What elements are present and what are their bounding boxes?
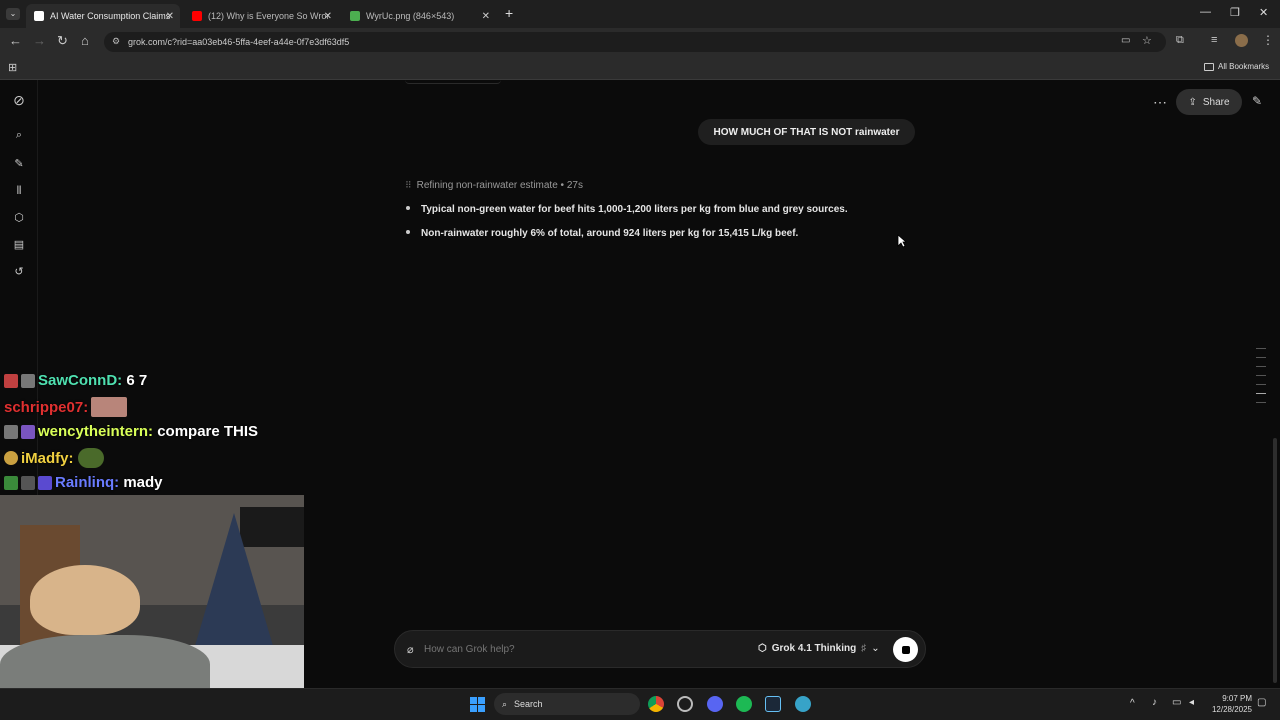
top-fade	[405, 80, 501, 84]
list-item: Typical non-green water for beef hits 1,…	[406, 204, 848, 215]
share-button[interactable]: ⇪ Share	[1176, 89, 1242, 115]
apps-grid-icon[interactable]: ⊞	[8, 61, 17, 74]
forward-icon[interactable]: →	[33, 34, 46, 48]
emote-image	[91, 397, 128, 417]
tab-search-button[interactable]: ⌄	[6, 8, 20, 20]
badge-icon	[21, 424, 35, 439]
badge-icon	[38, 475, 52, 490]
install-app-icon[interactable]: ▭	[1121, 35, 1130, 46]
new-tab-button[interactable]: +	[505, 5, 513, 21]
discord-icon[interactable]	[707, 696, 723, 712]
new-chat-icon[interactable]: ✎	[11, 156, 27, 172]
voice-icon[interactable]: ⦀	[11, 183, 27, 199]
back-icon[interactable]: ←	[9, 34, 22, 48]
browser-menu-icon[interactable]: ⋮	[1262, 33, 1274, 47]
imagine-icon[interactable]: ⬡	[11, 210, 27, 226]
spotify-icon[interactable]	[736, 696, 752, 712]
tab-image[interactable]: WyrUc.png (846×543) ✕	[342, 4, 496, 28]
chevron-down-icon: ⌄	[871, 643, 880, 654]
notifications-icon[interactable]: ▢	[1257, 697, 1266, 708]
bookmark-star-icon[interactable]: ☆	[1142, 34, 1152, 47]
bullet-icon	[406, 206, 410, 211]
chevron-up-icon[interactable]: ^	[1130, 698, 1135, 709]
close-tab-icon[interactable]: ✕	[324, 11, 332, 22]
upload-icon: ⇪	[1188, 96, 1197, 108]
minimize-icon[interactable]: —	[1200, 6, 1211, 18]
person	[30, 565, 140, 635]
chat-line: wencytheintern: compare THIS	[4, 423, 258, 440]
extensions-icon[interactable]: ⧉	[1176, 34, 1184, 47]
bullet-icon	[406, 230, 410, 235]
tab-ai-water[interactable]: AI Water Consumption Claims F ✕	[26, 4, 180, 28]
taskbar-search[interactable]: ⌕ Search	[494, 693, 640, 715]
home-icon[interactable]: ⌂	[81, 34, 89, 48]
chat-line: schrippe07:	[4, 397, 128, 417]
search-icon[interactable]: ⌕	[11, 127, 27, 143]
badge-icon	[4, 373, 18, 388]
conversation-minimap[interactable]	[1256, 348, 1266, 418]
profile-avatar[interactable]	[1235, 34, 1248, 47]
badge-icon	[4, 424, 18, 439]
close-tab-icon[interactable]: ✕	[166, 11, 174, 22]
network-icon[interactable]: ▭	[1172, 697, 1181, 708]
search-icon: ⌕	[502, 698, 508, 709]
close-tab-icon[interactable]: ✕	[482, 11, 490, 22]
stop-button[interactable]	[893, 637, 918, 662]
image-favicon-icon	[350, 11, 360, 21]
site-info-icon[interactable]: ⚙	[112, 36, 120, 47]
muted-speaker-icon	[21, 373, 35, 388]
history-icon[interactable]: ↺	[11, 264, 27, 280]
chrome-icon[interactable]	[648, 696, 664, 712]
chat-line: SawConnD: 6 7	[4, 372, 147, 389]
thinking-status[interactable]: ⠿ Refining non-rainwater estimate • 27s	[405, 180, 583, 191]
grok-favicon-icon	[34, 11, 44, 21]
badge-icon	[21, 475, 35, 490]
more-options-icon[interactable]: ⋯	[1153, 94, 1167, 111]
browser-app-icon[interactable]	[795, 696, 811, 712]
prompt-input[interactable]	[424, 640, 724, 658]
url-text: grok.com/c?rid=aa03eb46-5ffa-4eef-a44e-0…	[128, 37, 350, 47]
thinking-brain-icon: ♯	[861, 643, 867, 654]
microphone-icon[interactable]: ♪	[1152, 697, 1157, 708]
taskbar	[0, 688, 1280, 720]
tab-youtube[interactable]: (12) Why is Everyone So Wrong ✕	[184, 4, 338, 28]
emote-image	[77, 448, 104, 468]
maximize-icon[interactable]: ❐	[1230, 6, 1240, 19]
scrollbar[interactable]	[1273, 438, 1277, 683]
grok-logo-icon[interactable]: ⊘	[11, 92, 27, 108]
reload-icon[interactable]: ↻	[57, 34, 68, 48]
edit-chat-icon[interactable]: ✎	[1252, 94, 1262, 108]
all-bookmarks[interactable]: All Bookmarks	[1204, 62, 1269, 71]
webcam-overlay	[0, 495, 304, 708]
attach-icon[interactable]: ⌀	[407, 643, 414, 656]
list-item: Non-rainwater roughly 6% of total, aroun…	[406, 228, 798, 239]
stop-icon	[901, 645, 910, 654]
thinking-dots-icon: ⠿	[405, 180, 412, 190]
mouse-cursor-icon	[897, 234, 907, 248]
model-selector[interactable]: ⬡ Grok 4.1 Thinking ♯ ⌄	[758, 643, 880, 654]
projects-icon[interactable]: ▤	[11, 237, 27, 253]
chat-line: iMadfy:	[4, 448, 104, 468]
close-window-icon[interactable]: ✕	[1259, 6, 1268, 19]
folder-icon	[1204, 62, 1214, 71]
badge-icon	[4, 475, 18, 490]
chat-line: Rainlinq: mady	[4, 474, 163, 491]
christmas-tree	[190, 513, 278, 663]
app-icon[interactable]	[677, 696, 693, 712]
user-message: HOW MUCH OF THAT IS NOT rainwater	[698, 119, 915, 145]
start-button[interactable]	[470, 697, 485, 712]
media-controls-icon[interactable]: ≡	[1211, 34, 1217, 46]
bookmarks-bar	[0, 56, 1280, 80]
youtube-favicon-icon	[192, 11, 202, 21]
clock[interactable]: 9:07 PM 12/28/2025	[1208, 693, 1252, 715]
badge-icon	[4, 451, 18, 465]
model-cube-icon: ⬡	[758, 643, 767, 654]
volume-icon[interactable]: ◂	[1189, 697, 1194, 708]
steam-icon[interactable]	[765, 696, 781, 712]
